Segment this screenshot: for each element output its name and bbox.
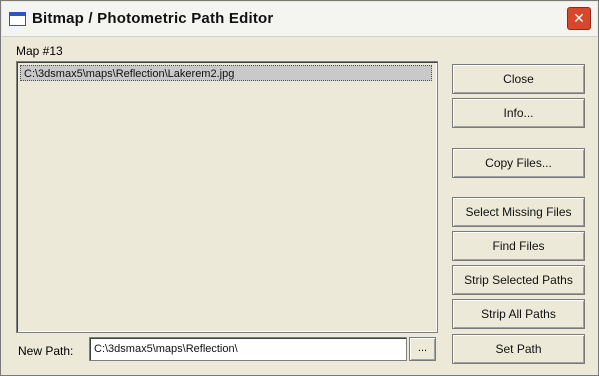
- set-path-button[interactable]: Set Path: [452, 334, 585, 364]
- window-icon: [9, 12, 26, 26]
- file-list[interactable]: C:\3dsmax5\maps\Reflection\Lakerem2.jpg: [16, 61, 438, 333]
- close-button[interactable]: Close: [452, 64, 585, 94]
- new-path-label: New Path:: [18, 344, 74, 358]
- strip-all-paths-button[interactable]: Strip All Paths: [452, 299, 585, 329]
- browse-button[interactable]: ...: [409, 337, 436, 361]
- copy-files-button[interactable]: Copy Files...: [452, 148, 585, 178]
- new-path-input[interactable]: [89, 337, 407, 361]
- title-bar[interactable]: Bitmap / Photometric Path Editor ✕: [2, 2, 597, 37]
- window-title: Bitmap / Photometric Path Editor: [32, 10, 274, 27]
- select-missing-files-button[interactable]: Select Missing Files: [452, 197, 585, 227]
- path-editor-window: Bitmap / Photometric Path Editor ✕ Map #…: [0, 0, 599, 376]
- close-window-icon[interactable]: ✕: [567, 7, 591, 30]
- strip-selected-paths-button[interactable]: Strip Selected Paths: [452, 265, 585, 295]
- map-label: Map #13: [16, 44, 63, 58]
- info-button[interactable]: Info...: [452, 98, 585, 128]
- list-item[interactable]: C:\3dsmax5\maps\Reflection\Lakerem2.jpg: [20, 65, 432, 81]
- find-files-button[interactable]: Find Files: [452, 231, 585, 261]
